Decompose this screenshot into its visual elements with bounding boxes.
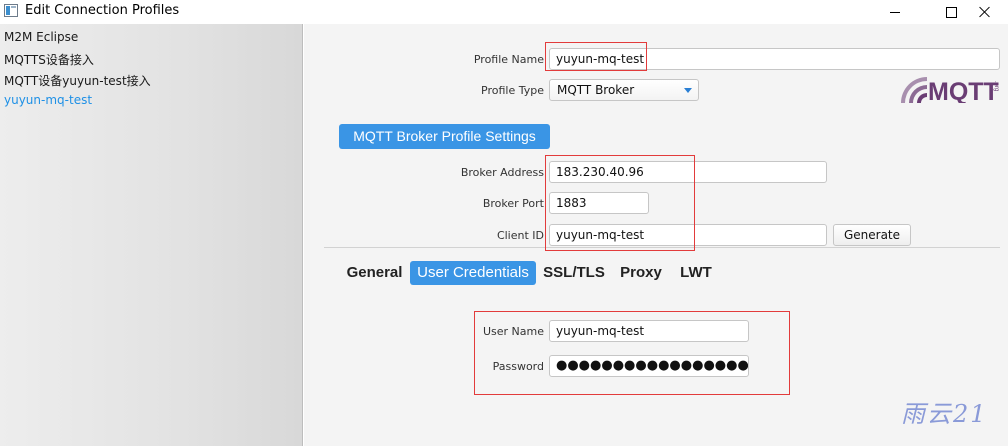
tab-general[interactable]: General — [342, 261, 407, 285]
profile-item-m2m-eclipse[interactable]: M2M Eclipse — [4, 30, 78, 44]
profile-type-select[interactable]: MQTT Broker — [549, 79, 699, 101]
close-icon — [979, 6, 991, 18]
highlight-credentials — [474, 311, 790, 395]
close-button[interactable] — [962, 0, 1008, 24]
title-bar: Edit Connection Profiles — [0, 0, 1008, 24]
window-title: Edit Connection Profiles — [25, 3, 180, 18]
tab-proxy[interactable]: Proxy — [616, 261, 666, 285]
profile-item-yuyun-mq-test[interactable]: yuyun-mq-test — [4, 93, 92, 107]
profile-type-value: MQTT Broker — [557, 83, 635, 97]
client-id-label: Client ID — [496, 229, 544, 242]
profile-item-mqtts[interactable]: MQTTS设备接入 — [4, 51, 94, 68]
broker-port-label: Broker Port — [482, 197, 544, 210]
mqtt-logo: MQTT .org — [901, 77, 999, 103]
tab-user-credentials[interactable]: User Credentials — [410, 261, 536, 285]
highlight-profile-name — [545, 42, 647, 71]
mqtt-logo-org: .org — [993, 81, 999, 91]
watermark: 雨云21 — [901, 400, 988, 428]
profile-name-label: Profile Name — [473, 53, 544, 66]
broker-address-label: Broker Address — [460, 166, 544, 179]
minimize-icon — [890, 11, 900, 13]
profile-list: M2M Eclipse MQTTS设备接入 MQTT设备yuyun-test接入… — [0, 24, 303, 446]
maximize-icon — [945, 6, 957, 18]
app-icon — [4, 4, 18, 17]
mqtt-logo-text: MQTT — [928, 78, 999, 103]
minimize-button[interactable] — [872, 0, 918, 24]
profile-settings-panel: Profile Name yuyun-mq-test Profile Type … — [304, 24, 1008, 446]
chevron-down-icon — [684, 88, 692, 93]
profile-item-mqtt-yuyun-test[interactable]: MQTT设备yuyun-test接入 — [4, 72, 151, 89]
tab-lwt[interactable]: LWT — [676, 261, 716, 285]
profile-type-label: Profile Type — [481, 84, 544, 97]
tab-ssl-tls[interactable]: SSL/TLS — [542, 261, 606, 285]
highlight-broker-fields — [545, 155, 695, 251]
broker-settings-header: MQTT Broker Profile Settings — [339, 124, 550, 149]
generate-button[interactable]: Generate — [833, 224, 911, 246]
